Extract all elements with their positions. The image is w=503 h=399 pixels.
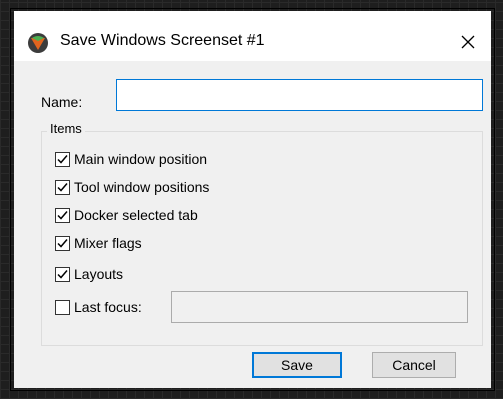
tool-window-positions-checkbox[interactable]: Tool window positions (55, 177, 209, 197)
checkbox-label: Main window position (74, 151, 208, 167)
checkbox-label: Tool window positions (74, 179, 210, 195)
cancel-button[interactable]: Cancel (372, 352, 456, 378)
checkbox-box (55, 151, 70, 167)
checkbox-box (55, 207, 70, 223)
docker-selected-tab-checkbox[interactable]: Docker selected tab (55, 205, 198, 225)
checkbox-box (55, 179, 70, 195)
checkmark-icon (57, 238, 68, 248)
checkbox-label: Mixer flags (74, 235, 142, 251)
layouts-checkbox[interactable]: Layouts (55, 264, 123, 284)
title-bar[interactable]: Save Windows Screenset #1 (14, 11, 491, 61)
mixer-flags-checkbox[interactable]: Mixer flags (55, 233, 142, 253)
checkbox-label: Docker selected tab (74, 207, 198, 223)
close-button[interactable] (454, 29, 482, 55)
checkmark-icon (57, 154, 68, 164)
dialog-title: Save Windows Screenset #1 (60, 32, 265, 49)
checkmark-icon (57, 269, 68, 279)
checkmark-icon (57, 182, 68, 192)
name-label: Name: (41, 94, 83, 110)
save-screenset-dialog: Save Windows Screenset #1 Name: Items Ma… (14, 11, 491, 388)
checkbox-label: Layouts (74, 266, 124, 282)
close-icon (461, 35, 475, 49)
items-group-label: Items (47, 121, 85, 136)
last-focus-field (171, 291, 468, 323)
checkbox-box (55, 266, 70, 282)
checkmark-icon (57, 210, 68, 220)
main-window-position-checkbox[interactable]: Main window position (55, 149, 207, 169)
last-focus-checkbox[interactable]: Last focus: (55, 297, 142, 317)
checkbox-label: Last focus: (74, 299, 142, 315)
dialog-body: Name: Items Main window position Tool wi… (14, 61, 491, 388)
reaper-app-icon (28, 33, 48, 53)
checkbox-box (55, 299, 70, 315)
checkbox-box (55, 235, 70, 251)
save-button[interactable]: Save (252, 352, 342, 378)
name-input[interactable] (116, 79, 483, 111)
